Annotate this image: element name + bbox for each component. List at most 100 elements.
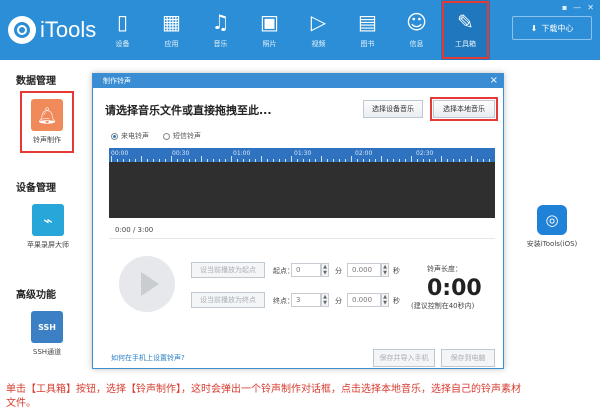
nav-video[interactable]: ▷ 视频 bbox=[294, 0, 343, 60]
ruler-tick bbox=[417, 159, 418, 162]
select-local-music-button[interactable]: 选择本地音乐 bbox=[430, 97, 498, 121]
waveform-area[interactable]: 00:00 00:30 01:00 01:30 02:00 02:30 bbox=[109, 148, 495, 218]
video-icon: ▷ bbox=[310, 10, 327, 34]
radio-call-ringtone[interactable]: 来电铃声 bbox=[111, 131, 149, 141]
tool-label: 苹果录屏大师 bbox=[27, 241, 69, 249]
download-center-button[interactable]: ⬇ 下载中心 bbox=[512, 16, 592, 40]
nav-label: 音乐 bbox=[213, 40, 228, 48]
photo-icon: ▣ bbox=[260, 10, 279, 34]
radio-dot bbox=[163, 132, 170, 140]
nav-music[interactable]: ♫ 音乐 bbox=[196, 0, 245, 60]
minimize-icon[interactable]: — bbox=[573, 3, 581, 12]
music-icon: ♫ bbox=[211, 10, 230, 34]
minute-unit: 分 bbox=[335, 297, 342, 305]
ruler-tick bbox=[459, 159, 460, 162]
nav-photos[interactable]: ▣ 照片 bbox=[245, 0, 294, 60]
radio-sms-ringtone[interactable]: 短信铃声 bbox=[163, 131, 201, 141]
ruler-tick bbox=[351, 156, 352, 162]
close-icon[interactable]: ✕ bbox=[587, 3, 594, 12]
ruler-tick bbox=[219, 159, 220, 162]
tool-label: 铃声制作 bbox=[33, 136, 61, 144]
end-minute-input[interactable]: 3 bbox=[291, 293, 321, 307]
dialog-title: 制作铃声 bbox=[103, 77, 131, 85]
book-icon: ▤ bbox=[358, 10, 377, 34]
select-device-music-button[interactable]: 选择设备音乐 bbox=[363, 100, 423, 118]
ruler-tick bbox=[477, 159, 478, 162]
dialog-title-bar: 制作铃声 × bbox=[93, 74, 503, 88]
set-end-button[interactable]: 设当前播放为终点 bbox=[191, 292, 265, 308]
nav-books[interactable]: ▤ 图书 bbox=[343, 0, 392, 60]
ssh-tool[interactable]: SSH SSH通道 bbox=[22, 305, 72, 363]
instruction-caption-end: 文件。 bbox=[6, 398, 36, 409]
ruler-tick bbox=[375, 159, 376, 162]
ruler-tick bbox=[261, 156, 262, 162]
bell-icon: 🔔︎ bbox=[31, 99, 63, 131]
ruler-tick bbox=[255, 159, 256, 162]
ruler-tick bbox=[279, 159, 280, 162]
ruler-tick bbox=[273, 159, 274, 162]
ringtone-maker-tool[interactable]: 🔔︎ 铃声制作 bbox=[20, 91, 74, 153]
nav-label: 设备 bbox=[115, 40, 130, 48]
ruler-tick bbox=[243, 159, 244, 162]
ssh-icon: SSH bbox=[31, 311, 63, 343]
section-advanced: 高级功能 bbox=[16, 290, 56, 301]
ruler-tick-label: 01:30 bbox=[294, 150, 312, 157]
nav-info[interactable]: ☺ 信息 bbox=[392, 0, 441, 60]
install-itools-ios-tool[interactable]: ◎ 安装iTools(iOS) bbox=[522, 205, 582, 249]
nav-label: 视频 bbox=[311, 40, 326, 48]
set-start-button[interactable]: 设当前播放为起点 bbox=[191, 262, 265, 278]
ruler-tick-label: 00:00 bbox=[111, 150, 129, 157]
ruler-tick bbox=[423, 159, 424, 162]
time-ruler: 00:00 00:30 01:00 01:30 02:00 02:30 bbox=[109, 148, 495, 162]
itools-ios-icon: ◎ bbox=[537, 205, 567, 235]
end-second-input[interactable]: 0.000 bbox=[347, 293, 381, 307]
nav-label: 工具箱 bbox=[455, 40, 476, 48]
end-second-stepper[interactable]: ▲ ▼ bbox=[381, 293, 389, 307]
play-button[interactable] bbox=[119, 256, 175, 312]
radio-label: 来电铃声 bbox=[121, 132, 149, 140]
ruler-tick bbox=[147, 159, 148, 162]
nav-device[interactable]: ▯ 设备 bbox=[98, 0, 147, 60]
ruler-tick bbox=[171, 156, 172, 162]
dialog-heading: 请选择音乐文件或直接拖拽至此... bbox=[105, 104, 272, 117]
ruler-tick bbox=[321, 156, 322, 162]
ruler-tick bbox=[291, 156, 292, 162]
ruler-tick bbox=[249, 159, 250, 162]
screen-mirror-tool[interactable]: ⌁ 苹果录屏大师 bbox=[22, 198, 74, 256]
start-second-stepper[interactable]: ▲ ▼ bbox=[381, 263, 389, 277]
nav-apps[interactable]: ▦ 应用 bbox=[147, 0, 196, 60]
section-device-management: 设备管理 bbox=[16, 183, 56, 194]
ruler-tick bbox=[357, 159, 358, 162]
second-unit: 秒 bbox=[393, 267, 400, 275]
tool-label: 安装iTools(iOS) bbox=[526, 240, 578, 248]
section-data-management: 数据管理 bbox=[16, 76, 56, 87]
ruler-tick-label: 01:00 bbox=[233, 150, 251, 157]
start-minute-stepper[interactable]: ▲ ▼ bbox=[321, 263, 329, 277]
nav-toolbox[interactable]: ✎ 工具箱 bbox=[441, 0, 490, 60]
nav-label: 图书 bbox=[360, 40, 375, 48]
ringtone-length-value: 0:00 bbox=[427, 276, 482, 301]
ruler-tick bbox=[129, 159, 130, 162]
ruler-tick bbox=[393, 159, 394, 162]
ruler-tick bbox=[207, 159, 208, 162]
dialog-close-icon[interactable]: × bbox=[490, 74, 498, 88]
top-bar: iTools ▯ 设备 ▦ 应用 ♫ 音乐 ▣ 照片 ▷ 视频 ▤ 图书 ☺ 信… bbox=[0, 0, 600, 60]
ruler-tick bbox=[405, 159, 406, 162]
ruler-tick bbox=[159, 159, 160, 162]
ruler-tick bbox=[201, 156, 202, 162]
skin-icon[interactable]: ▪ bbox=[562, 3, 567, 12]
app-title: iTools bbox=[40, 17, 97, 42]
ruler-tick bbox=[447, 159, 448, 162]
end-minute-stepper[interactable]: ▲ ▼ bbox=[321, 293, 329, 307]
ruler-tick bbox=[369, 159, 370, 162]
ruler-tick bbox=[177, 159, 178, 162]
radio-dot bbox=[111, 132, 118, 140]
start-minute-input[interactable]: 0 bbox=[291, 263, 321, 277]
ruler-tick bbox=[153, 159, 154, 162]
ruler-tick bbox=[111, 156, 112, 162]
save-pc-button[interactable]: 保存到电脑 bbox=[441, 349, 495, 367]
start-second-input[interactable]: 0.000 bbox=[347, 263, 381, 277]
save-import-button[interactable]: 保存并导入手机 bbox=[373, 349, 435, 367]
ruler-tick bbox=[189, 159, 190, 162]
help-link[interactable]: 如何在手机上设置铃声? bbox=[111, 353, 185, 363]
